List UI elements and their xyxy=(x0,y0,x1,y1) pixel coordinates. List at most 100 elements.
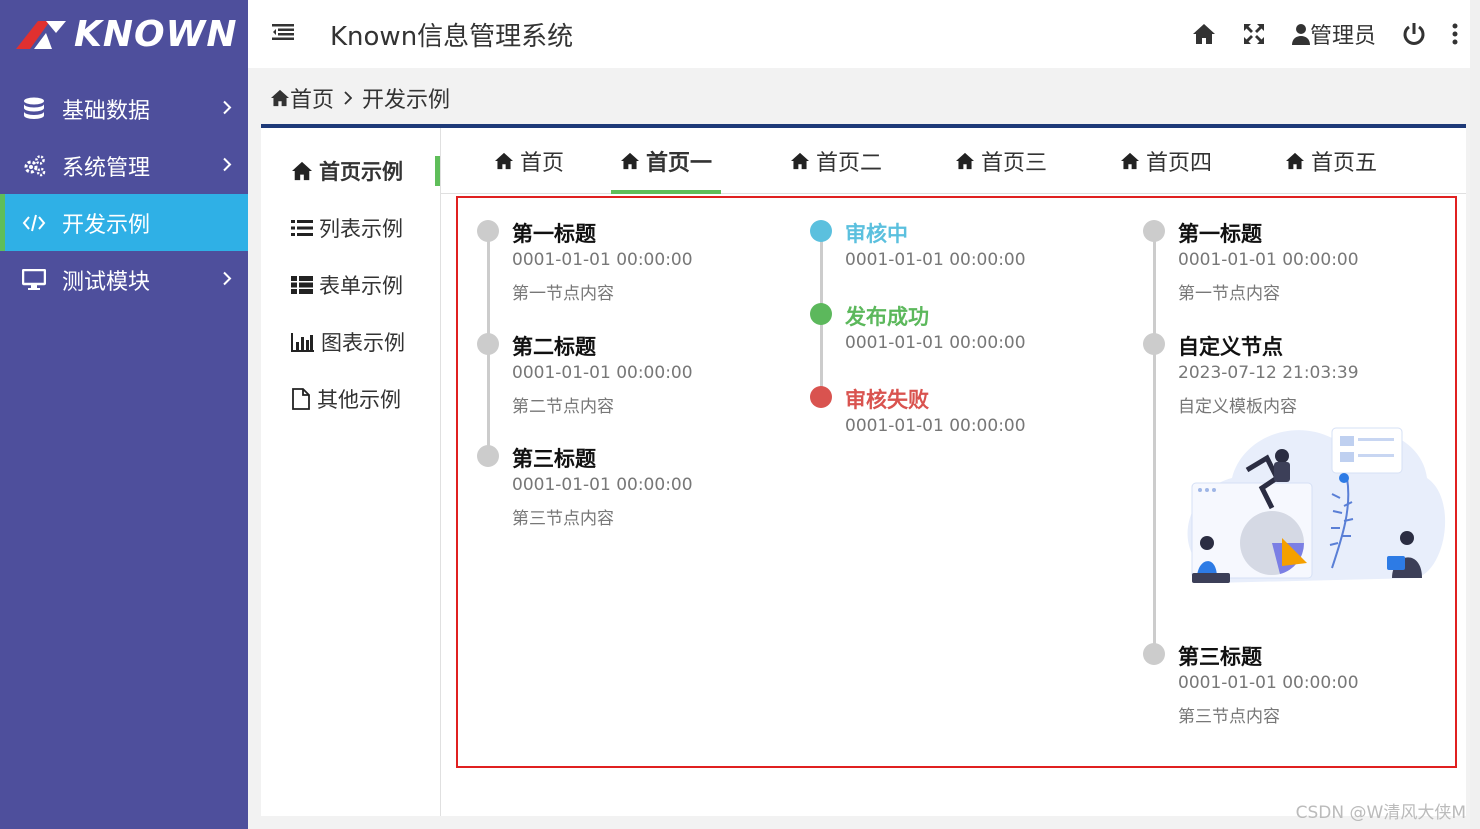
home-icon xyxy=(271,89,289,107)
side-tab-chart[interactable]: 图表示例 xyxy=(261,313,440,370)
home-icon xyxy=(1120,152,1140,170)
timeline-title: 审核失败 xyxy=(845,388,929,412)
breadcrumb: 首页 开发示例 xyxy=(270,82,450,114)
timeline-dot xyxy=(810,386,832,408)
chevron-right-icon xyxy=(222,267,232,292)
timeline-content: 第一节点内容 xyxy=(512,284,614,304)
timeline-title: 第一标题 xyxy=(512,222,596,246)
fullscreen-button[interactable] xyxy=(1242,22,1266,46)
logo-mark-icon xyxy=(16,19,68,49)
timeline-dot xyxy=(1143,220,1165,242)
chevron-right-icon xyxy=(344,86,353,111)
database-icon xyxy=(22,97,46,121)
logo[interactable]: KNOWN xyxy=(0,0,248,68)
timeline-time: 0001-01-01 00:00:00 xyxy=(845,333,1026,353)
home-icon xyxy=(1285,152,1305,170)
home-icon xyxy=(1192,24,1215,44)
power-icon xyxy=(1403,23,1425,45)
timeline-panel: 第一标题 0001-01-01 00:00:00 第一节点内容 第二标题 000… xyxy=(456,196,1457,768)
bar-chart-icon xyxy=(291,332,315,352)
more-vertical-icon xyxy=(1452,23,1458,45)
timeline-title: 第二标题 xyxy=(512,335,596,359)
tab-home-5[interactable]: 首页五 xyxy=(1276,128,1386,194)
timeline-dot xyxy=(477,220,499,242)
timeline-dot xyxy=(810,303,832,325)
tab-home-3[interactable]: 首页三 xyxy=(946,128,1056,194)
timeline-time: 0001-01-01 00:00:00 xyxy=(512,363,693,383)
home-icon xyxy=(790,152,810,170)
file-icon xyxy=(291,387,311,410)
timeline-title: 发布成功 xyxy=(845,305,929,329)
timeline-dot xyxy=(477,445,499,467)
side-tabs: 首页示例 列表示例 表单示例 图表示例 其他示例 xyxy=(261,128,441,816)
timeline-line xyxy=(1153,230,1156,654)
timeline-time: 0001-01-01 00:00:00 xyxy=(845,416,1026,436)
timeline-time: 2023-07-12 21:03:39 xyxy=(1178,363,1359,383)
side-tab-other[interactable]: 其他示例 xyxy=(261,370,440,427)
timeline-title: 自定义节点 xyxy=(1178,335,1283,359)
list-icon xyxy=(291,219,313,237)
table-icon xyxy=(291,275,313,294)
chevron-right-icon xyxy=(222,96,232,121)
tab-home[interactable]: 首页 xyxy=(479,128,579,194)
timeline-title: 第三标题 xyxy=(1178,645,1262,669)
timeline-content: 第三节点内容 xyxy=(1178,707,1280,727)
sidebar-item-dev-examples[interactable]: 开发示例 xyxy=(0,194,248,251)
code-icon xyxy=(22,211,46,235)
sidebar-item-test[interactable]: 测试模块 xyxy=(0,251,248,308)
sidebar: KNOWN 基础数据 系统管理 开发示例 测试模块 xyxy=(0,0,248,829)
top-tabs: 首页 首页一 首页二 首页三 首页四 首页五 xyxy=(441,128,1466,194)
timeline-time: 0001-01-01 00:00:00 xyxy=(1178,250,1359,270)
sidebar-item-system[interactable]: 系统管理 xyxy=(0,137,248,194)
timeline-time: 0001-01-01 00:00:00 xyxy=(1178,673,1359,693)
timeline-dot xyxy=(477,333,499,355)
timeline-content: 第二节点内容 xyxy=(512,397,614,417)
timeline-content: 第三节点内容 xyxy=(512,509,614,529)
logo-text: KNOWN xyxy=(74,13,238,55)
timeline-status: 审核中 0001-01-01 00:00:00 发布成功 0001-01-01 … xyxy=(809,218,1109,448)
side-tab-home[interactable]: 首页示例 xyxy=(261,142,440,199)
breadcrumb-home[interactable]: 首页 xyxy=(290,82,334,114)
timeline-title: 审核中 xyxy=(845,222,908,246)
page-scrollbar[interactable] xyxy=(1470,0,1480,829)
timeline-dot xyxy=(810,220,832,242)
timeline-time: 0001-01-01 00:00:00 xyxy=(845,250,1026,270)
sidebar-item-label: 开发示例 xyxy=(62,212,151,238)
logout-button[interactable] xyxy=(1402,22,1426,46)
top-header: Known信息管理系统 管理员 xyxy=(248,0,1470,68)
breadcrumb-current: 开发示例 xyxy=(362,88,451,113)
tab-home-4[interactable]: 首页四 xyxy=(1111,128,1221,194)
sidebar-item-basic-data[interactable]: 基础数据 xyxy=(0,80,248,137)
user-menu[interactable]: 管理员 xyxy=(1291,18,1376,50)
more-button[interactable] xyxy=(1452,23,1458,45)
sidebar-item-label: 测试模块 xyxy=(62,269,151,295)
gears-icon xyxy=(22,154,46,178)
tab-home-2[interactable]: 首页二 xyxy=(781,128,891,194)
home-icon xyxy=(291,161,313,181)
timeline-content: 第一节点内容 xyxy=(1178,284,1280,304)
timeline-title: 第一标题 xyxy=(1178,222,1262,246)
timeline-time: 0001-01-01 00:00:00 xyxy=(512,250,693,270)
sidebar-item-label: 系统管理 xyxy=(62,155,151,181)
tab-home-1[interactable]: 首页一 xyxy=(611,128,721,194)
chevron-right-icon xyxy=(222,153,232,178)
user-name: 管理员 xyxy=(1309,24,1376,49)
home-icon xyxy=(955,152,975,170)
timeline-time: 0001-01-01 00:00:00 xyxy=(512,475,693,495)
side-tab-form[interactable]: 表单示例 xyxy=(261,256,440,313)
timeline-custom: 第一标题 0001-01-01 00:00:00 第一节点内容 自定义节点 20… xyxy=(1142,218,1452,738)
timeline-basic: 第一标题 0001-01-01 00:00:00 第一节点内容 第二标题 000… xyxy=(476,218,776,538)
timeline-dot xyxy=(1143,643,1165,665)
menu-toggle-icon[interactable] xyxy=(272,24,294,44)
watermark: CSDN @W清风大侠M xyxy=(1295,803,1466,823)
timeline-content: 自定义模板内容 xyxy=(1178,397,1297,417)
sidebar-item-label: 基础数据 xyxy=(62,98,151,124)
home-icon xyxy=(494,152,514,170)
desktop-icon xyxy=(22,268,46,292)
timeline-title: 第三标题 xyxy=(512,447,596,471)
timeline-dot xyxy=(1143,333,1165,355)
home-button[interactable] xyxy=(1192,23,1216,45)
home-icon xyxy=(620,152,640,170)
custom-node-illustration xyxy=(1182,418,1447,598)
side-tab-list[interactable]: 列表示例 xyxy=(261,199,440,256)
